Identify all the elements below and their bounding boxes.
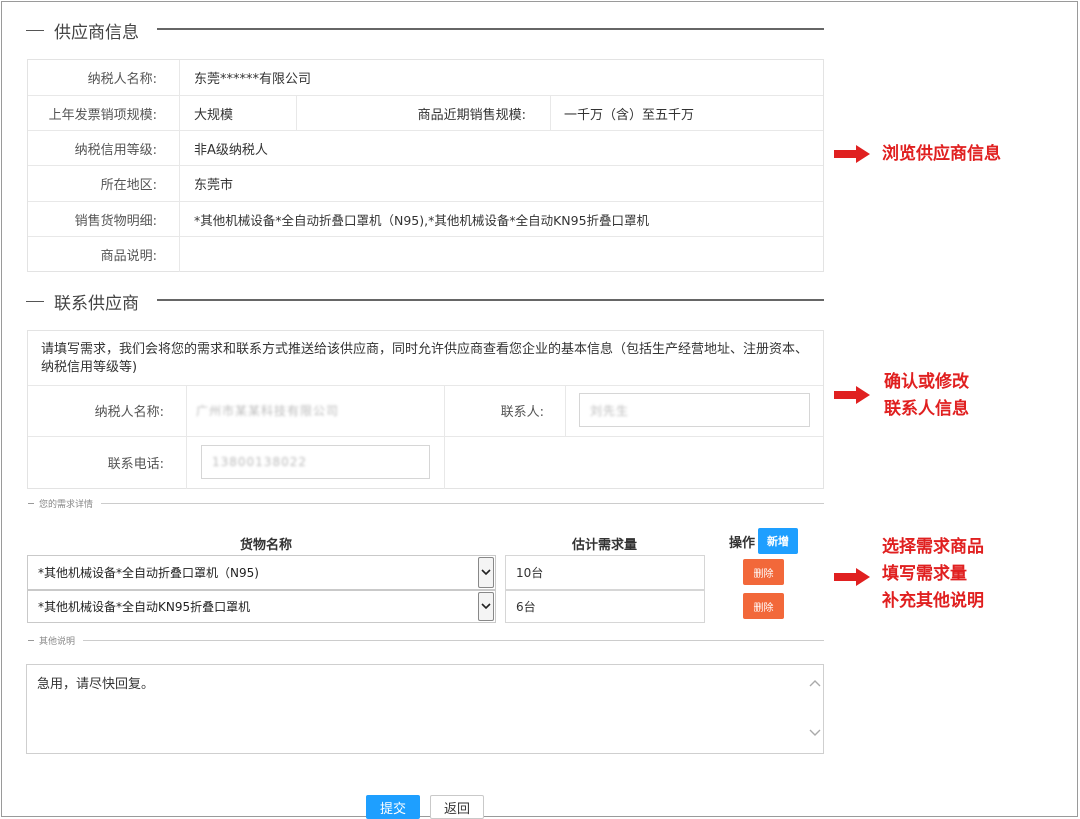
- row-credit-level: 纳税信用等级: 非A级纳税人: [28, 131, 823, 166]
- demand-section-label: 您的需求详情: [39, 500, 94, 510]
- contact-person-text: 刘先生: [590, 403, 630, 418]
- goods-select-2[interactable]: *其他机械设备*全自动KN95折叠口罩机: [27, 590, 496, 623]
- chevron-down-icon[interactable]: [478, 557, 494, 588]
- title-dash: [28, 640, 34, 641]
- other-section-title: 其他说明: [28, 634, 824, 647]
- title-dash: [28, 503, 34, 504]
- contact-phone-label: 联系电话:: [107, 457, 164, 472]
- product-description-label: 商品说明:: [28, 237, 180, 272]
- credit-level-label: 纳税信用等级:: [28, 131, 180, 165]
- row-taxpayer-name: 纳税人名称: 东莞******有限公司: [28, 60, 823, 96]
- other-section-line: [83, 640, 824, 641]
- annotation-confirm-line2: 联系人信息: [884, 399, 969, 419]
- red-arrow-icon: [834, 145, 870, 163]
- contact-phone-text: 13800138022: [212, 455, 307, 469]
- contact-taxpayer-value[interactable]: 广州市某某科技有限公司: [196, 396, 396, 424]
- qty-input-1[interactable]: 10台: [505, 555, 705, 590]
- supplier-section-label: 供应商信息: [54, 23, 139, 43]
- annotation-select-line2: 填写需求量: [882, 564, 967, 584]
- chevron-down-icon[interactable]: [478, 592, 494, 621]
- row-region: 所在地区: 东莞市: [28, 166, 823, 202]
- credit-level-value: 非A级纳税人: [194, 142, 268, 158]
- invoice-scale-label: 上年发票销项规模:: [28, 96, 180, 130]
- supplier-section-title: 供应商信息: [26, 18, 139, 43]
- title-dash: [26, 301, 44, 302]
- scroll-down-icon[interactable]: [809, 729, 821, 737]
- taxpayer-name-value: 东莞******有限公司: [194, 72, 312, 87]
- contact-taxpayer-label: 纳税人名称:: [94, 405, 164, 420]
- divider: [550, 96, 551, 130]
- annotation-confirm: 确认或修改 联系人信息: [884, 369, 969, 423]
- delete-row-1-button[interactable]: 删除: [743, 559, 784, 585]
- qty-input-2-value: 6台: [516, 600, 536, 614]
- goods-select-2-value: *其他机械设备*全自动KN95折叠口罩机: [38, 600, 251, 614]
- other-notes-textarea[interactable]: 急用，请尽快回复。: [26, 664, 824, 754]
- contact-form: 请填写需求，我们会将您的需求和联系方式推送给该供应商，同时允许供应商查看您企业的…: [27, 330, 824, 489]
- back-button[interactable]: 返回: [430, 795, 484, 819]
- supplier-section-line: [157, 28, 824, 30]
- row-invoice-scale: 上年发票销项规模: 大规模 商品近期销售规模: 一千万（含）至五千万: [28, 96, 823, 131]
- region-label: 所在地区:: [28, 166, 180, 201]
- goods-detail-label: 销售货物明细:: [28, 202, 180, 236]
- row-goods-detail: 销售货物明细: *其他机械设备*全自动折叠口罩机（N95),*其他机械设备*全自…: [28, 202, 823, 237]
- invoice-scale-value: 大规模: [194, 107, 234, 123]
- taxpayer-name-label: 纳税人名称:: [28, 60, 180, 95]
- sales-scale-label: 商品近期销售规模:: [417, 107, 526, 123]
- contact-person-label: 联系人:: [500, 405, 544, 420]
- divider: [186, 385, 187, 489]
- row-product-description: 商品说明:: [28, 237, 823, 272]
- divider: [565, 385, 566, 436]
- sales-scale-value: 一千万（含）至五千万: [564, 107, 695, 123]
- annotation-select-line3: 补充其他说明: [882, 591, 984, 611]
- delete-row-2-button[interactable]: 删除: [743, 593, 784, 619]
- annotation-select-line1: 选择需求商品: [882, 537, 984, 557]
- qty-input-2[interactable]: 6台: [505, 590, 705, 623]
- col-ops-header: 操作: [729, 536, 756, 551]
- contact-section-line: [157, 299, 824, 301]
- other-section-label: 其他说明: [39, 637, 76, 647]
- title-dash: [26, 30, 44, 31]
- demand-section-line: [101, 503, 824, 504]
- annotation-browse: 浏览供应商信息: [882, 144, 1001, 164]
- annotation-confirm-line1: 确认或修改: [884, 372, 969, 392]
- supplier-info-table: 纳税人名称: 东莞******有限公司 上年发票销项规模: 大规模 商品近期销售…: [27, 59, 824, 272]
- goods-select-1-value: *其他机械设备*全自动折叠口罩机（N95): [38, 566, 259, 580]
- contact-phone-input[interactable]: 13800138022: [201, 445, 430, 479]
- contact-notice: 请填写需求，我们会将您的需求和联系方式推送给该供应商，同时允许供应商查看您企业的…: [41, 342, 809, 375]
- goods-detail-value: *其他机械设备*全自动折叠口罩机（N95),*其他机械设备*全自动KN95折叠口…: [194, 212, 650, 228]
- red-arrow-icon: [834, 386, 870, 404]
- demand-section-title: 您的需求详情: [28, 497, 824, 510]
- goods-select-1[interactable]: *其他机械设备*全自动折叠口罩机（N95): [27, 555, 496, 590]
- contact-section-label: 联系供应商: [54, 294, 139, 314]
- red-arrow-icon: [834, 568, 870, 586]
- col-goods-header: 货物名称: [240, 538, 293, 553]
- contact-person-input[interactable]: 刘先生: [579, 393, 810, 427]
- contact-taxpayer-text: 广州市某某科技有限公司: [196, 403, 340, 418]
- scroll-up-icon[interactable]: [809, 679, 821, 687]
- annotation-select: 选择需求商品 填写需求量 补充其他说明: [882, 534, 984, 615]
- qty-input-1-value: 10台: [516, 566, 544, 580]
- contact-section-title: 联系供应商: [26, 289, 139, 314]
- submit-button[interactable]: 提交: [366, 795, 420, 819]
- col-qty-header: 估计需求量: [572, 538, 638, 553]
- add-demand-button[interactable]: 新增: [758, 528, 798, 554]
- region-value: 东莞市: [194, 178, 234, 193]
